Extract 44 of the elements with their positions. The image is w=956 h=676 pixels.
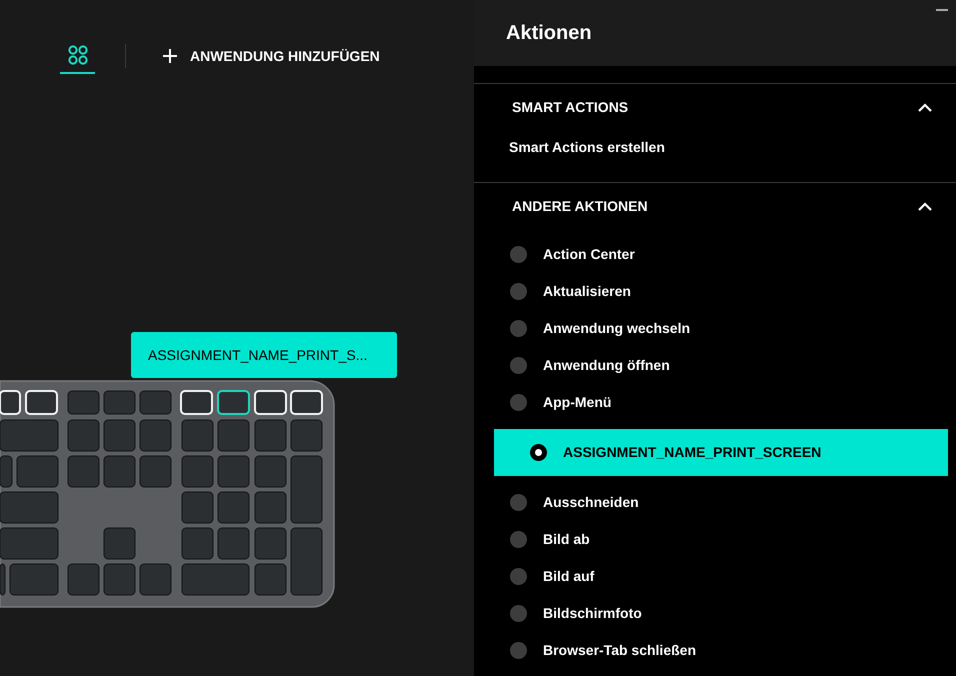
- option-label: Bildschirmfoto: [543, 604, 642, 623]
- radio-button[interactable]: [510, 394, 527, 411]
- action-option[interactable]: App-Menü: [474, 384, 956, 421]
- radio-button[interactable]: [510, 320, 527, 337]
- plus-icon: [162, 48, 178, 64]
- action-option[interactable]: ASSIGNMENT_NAME_PRINT_SCREEN: [494, 429, 948, 476]
- apps-grid-icon: [68, 45, 88, 65]
- radio-button[interactable]: [510, 246, 527, 263]
- option-label: Aktualisieren: [543, 282, 631, 301]
- add-application-button[interactable]: ANWENDUNG HINZUFÜGEN: [162, 46, 380, 66]
- create-smart-action-link[interactable]: Smart Actions erstellen: [509, 137, 665, 158]
- radio-button[interactable]: [510, 494, 527, 511]
- option-label: Bild auf: [543, 567, 594, 586]
- section-heading: SMART ACTIONS: [512, 98, 628, 116]
- option-label: Bild ab: [543, 530, 590, 549]
- option-label: Action Center: [543, 245, 635, 264]
- minimize-button[interactable]: [936, 6, 948, 14]
- option-label: Anwendung öffnen: [543, 356, 670, 375]
- option-label: Ausschneiden: [543, 493, 639, 512]
- action-option[interactable]: Action Center: [474, 236, 956, 273]
- radio-button[interactable]: [510, 605, 527, 622]
- action-option[interactable]: Ausschneiden: [474, 484, 956, 521]
- option-label: Browser-Tab schließen: [543, 641, 696, 660]
- radio-button[interactable]: [510, 568, 527, 585]
- action-option[interactable]: Browser-Tab schließen: [474, 632, 956, 669]
- panel-title: Aktionen: [506, 21, 592, 46]
- action-option[interactable]: Bild ab: [474, 521, 956, 558]
- chevron-up-icon[interactable]: [918, 102, 932, 112]
- section-heading: ANDERE AKTIONEN: [512, 196, 648, 216]
- radio-button[interactable]: [510, 531, 527, 548]
- option-label: Anwendung wechseln: [543, 319, 690, 338]
- action-option[interactable]: Bild auf: [474, 558, 956, 595]
- radio-button[interactable]: [530, 444, 547, 461]
- radio-button[interactable]: [510, 642, 527, 659]
- assignment-tooltip: ASSIGNMENT_NAME_PRINT_S...: [131, 332, 397, 378]
- action-option[interactable]: Anwendung wechseln: [474, 310, 956, 347]
- action-option[interactable]: Aktualisieren: [474, 273, 956, 310]
- action-option[interactable]: Anwendung öffnen: [474, 347, 956, 384]
- option-label: ASSIGNMENT_NAME_PRINT_SCREEN: [563, 443, 822, 462]
- option-label: App-Menü: [543, 393, 612, 412]
- chevron-up-icon[interactable]: [918, 202, 932, 210]
- radio-button[interactable]: [510, 283, 527, 300]
- radio-button[interactable]: [510, 357, 527, 374]
- action-option[interactable]: Bildschirmfoto: [474, 595, 956, 632]
